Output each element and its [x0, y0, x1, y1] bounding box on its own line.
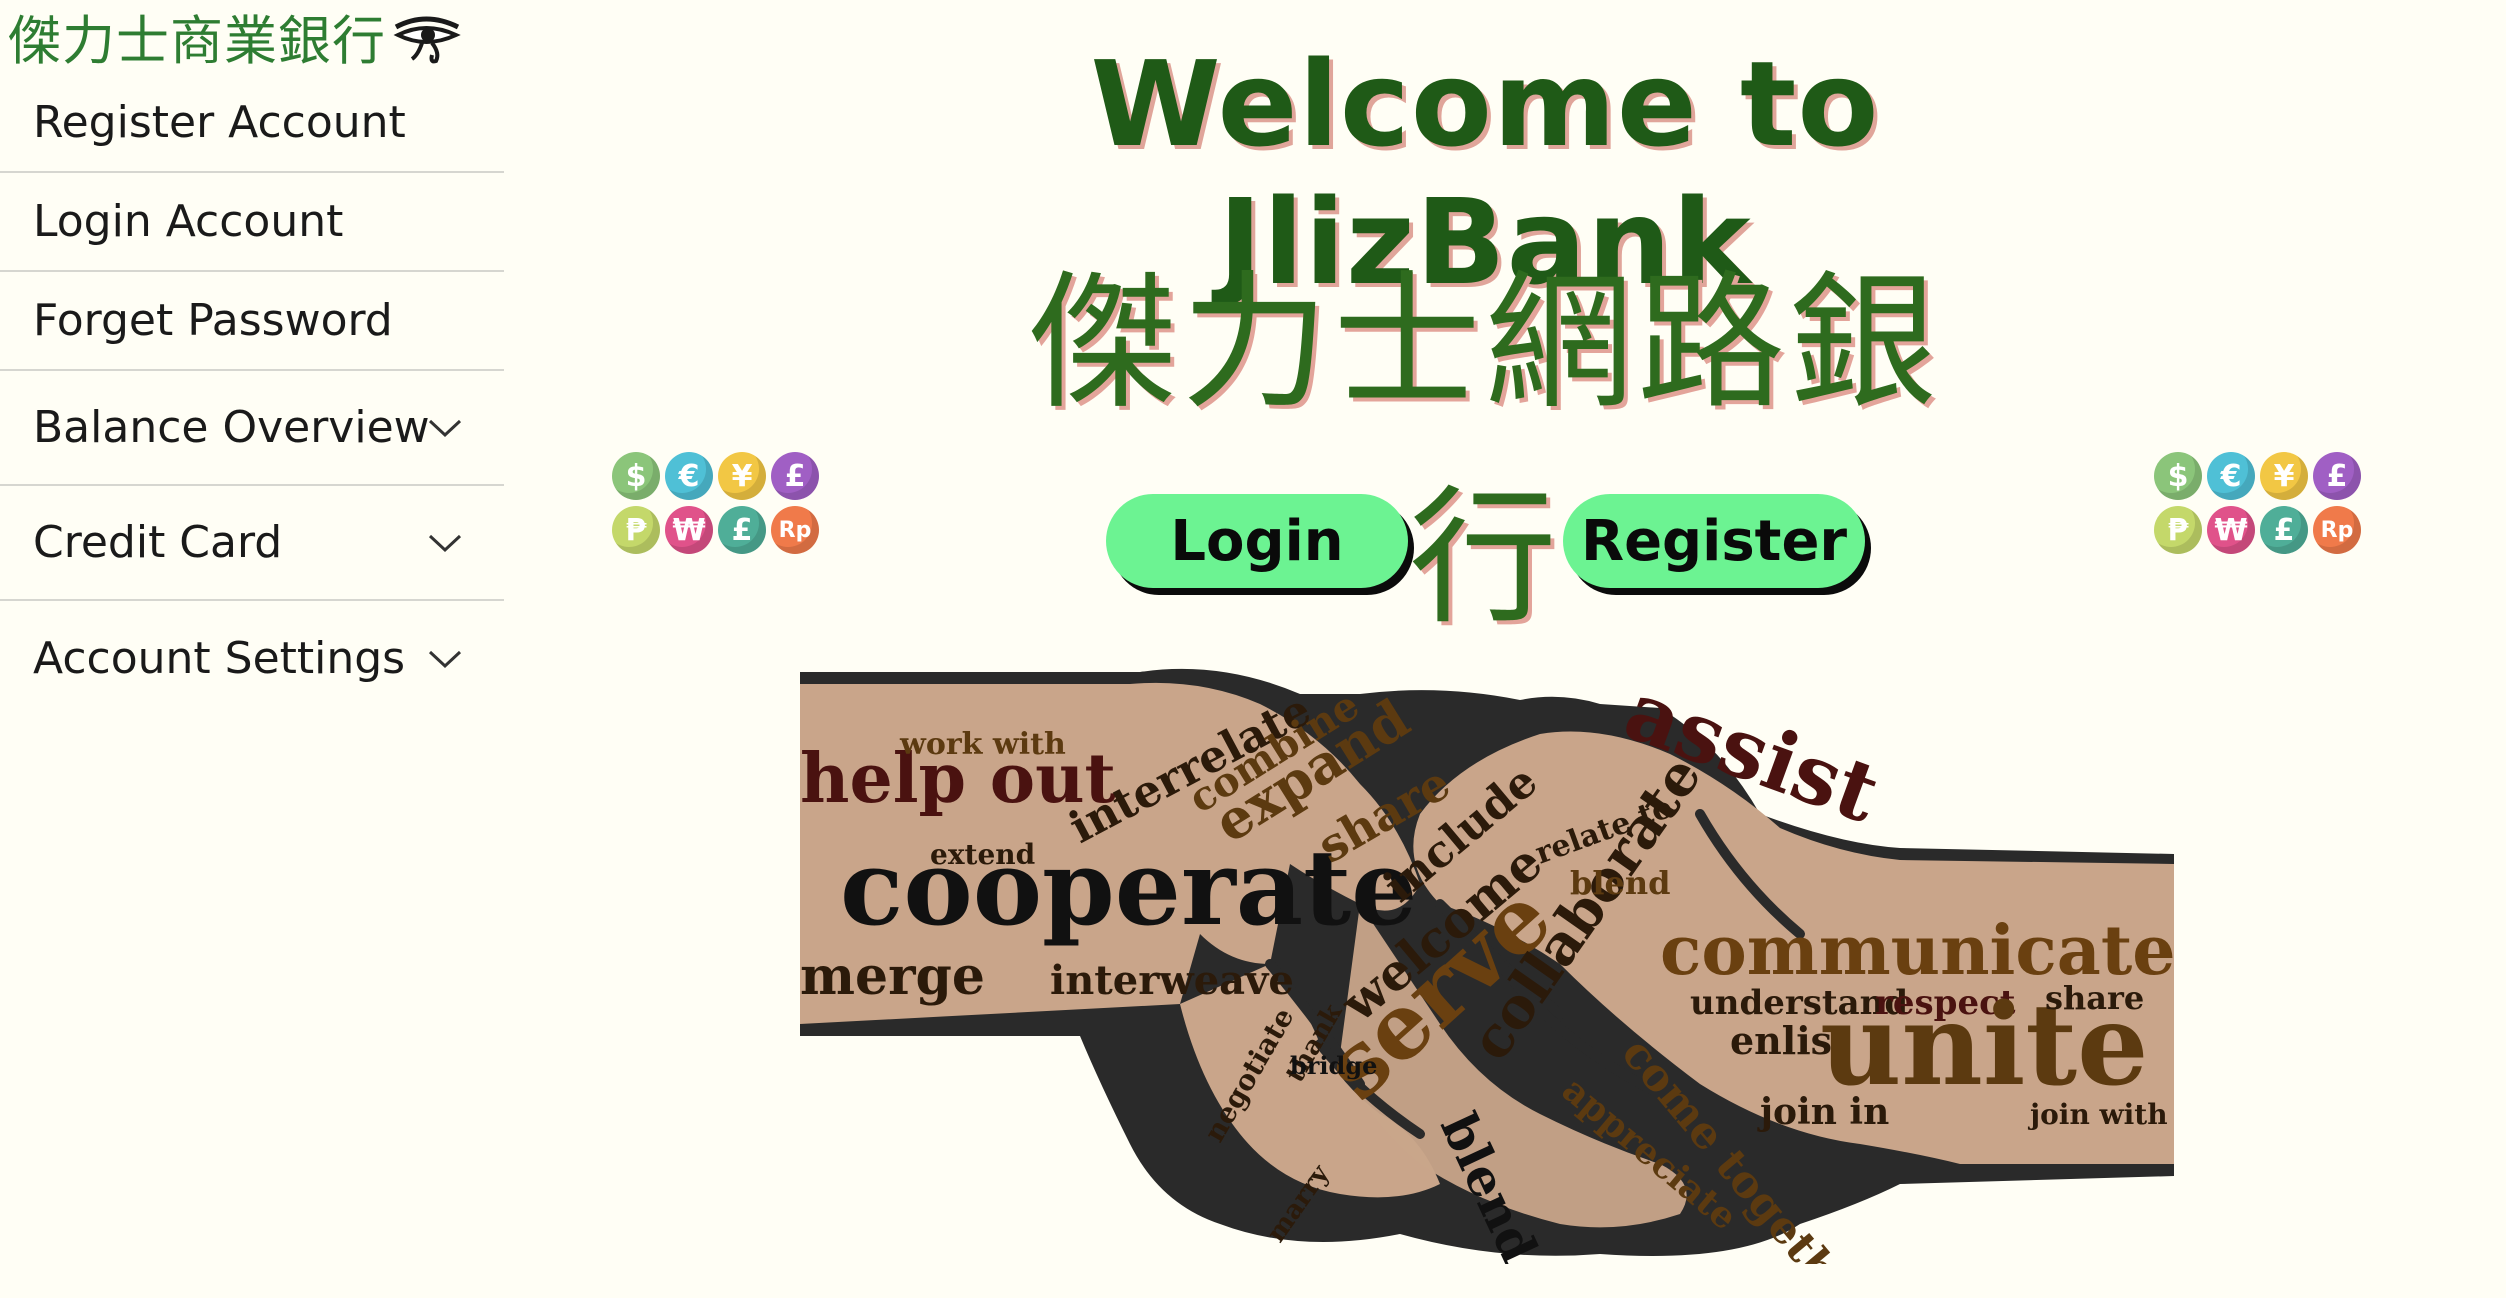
svg-text:bridge: bridge	[1290, 1051, 1377, 1080]
eye-of-horus-icon	[393, 16, 461, 64]
register-button[interactable]: Register	[1563, 494, 1865, 588]
sidebar: 傑力士商業銀行 Register Account Login Account F…	[0, 0, 504, 730]
sidebar-item-label: Credit Card	[33, 517, 283, 568]
currency-icons-right: $ € ¥ £ ₱ ₩ £ Rp	[2154, 452, 2374, 562]
currency-coin-icon: $	[612, 452, 660, 500]
currency-coin-icon: ₩	[2207, 506, 2255, 554]
page-subtitle-chinese: 傑力士網路銀行	[1029, 257, 1941, 644]
sidebar-item-label: Register Account	[33, 97, 406, 148]
currency-coin-icon: Rp	[2313, 506, 2361, 554]
currency-icons-left: $ € ¥ £ ₱ ₩ £ Rp	[612, 452, 832, 562]
sidebar-item-balance-overview[interactable]: Balance Overview	[0, 371, 504, 486]
currency-coin-icon: £	[2313, 452, 2361, 500]
sidebar-item-forget-password[interactable]: Forget Password	[0, 272, 504, 371]
currency-coin-icon: ¥	[718, 452, 766, 500]
svg-text:interweave: interweave	[1050, 957, 1294, 1004]
sidebar-item-label: Account Settings	[33, 633, 406, 684]
currency-coin-icon: £	[2260, 506, 2308, 554]
currency-coin-icon: ₱	[612, 506, 660, 554]
sidebar-item-label: Forget Password	[33, 295, 393, 346]
currency-coin-icon: €	[2207, 452, 2255, 500]
login-button[interactable]: Login	[1106, 494, 1408, 588]
svg-text:join in: join in	[1757, 1091, 1889, 1133]
currency-coin-icon: $	[2154, 452, 2202, 500]
currency-coin-icon: £	[771, 452, 819, 500]
currency-coin-icon: Rp	[771, 506, 819, 554]
svg-text:join with: join with	[2027, 1098, 2168, 1131]
sidebar-item-account-settings[interactable]: Account Settings	[0, 601, 504, 716]
svg-text:work with: work with	[899, 727, 1066, 762]
sidebar-item-label: Balance Overview	[33, 402, 430, 453]
currency-coin-icon: ¥	[2260, 452, 2308, 500]
currency-coin-icon: €	[665, 452, 713, 500]
sidebar-item-register-account[interactable]: Register Account	[0, 74, 504, 173]
chevron-down-icon	[428, 419, 462, 437]
handshake-word-cloud-image: help out cooperate merge interweave inte…	[800, 664, 2174, 1264]
svg-text:extend: extend	[930, 838, 1035, 871]
sidebar-item-credit-card[interactable]: Credit Card	[0, 486, 504, 601]
svg-text:share: share	[2045, 979, 2144, 1017]
currency-coin-icon: ₩	[665, 506, 713, 554]
brand-name: 傑力士商業銀行	[8, 11, 386, 72]
svg-text:blend: blend	[1570, 864, 1671, 902]
chevron-down-icon	[428, 650, 462, 668]
currency-coin-icon: ₱	[2154, 506, 2202, 554]
currency-coin-icon: £	[718, 506, 766, 554]
sidebar-item-label: Login Account	[33, 196, 344, 247]
sidebar-dropdown-group: Balance Overview Credit Card Account Set…	[0, 371, 504, 716]
svg-text:merge: merge	[800, 946, 985, 1007]
brand-logo[interactable]: 傑力士商業銀行	[0, 0, 504, 74]
sidebar-item-login-account[interactable]: Login Account	[0, 173, 504, 272]
chevron-down-icon	[428, 534, 462, 552]
